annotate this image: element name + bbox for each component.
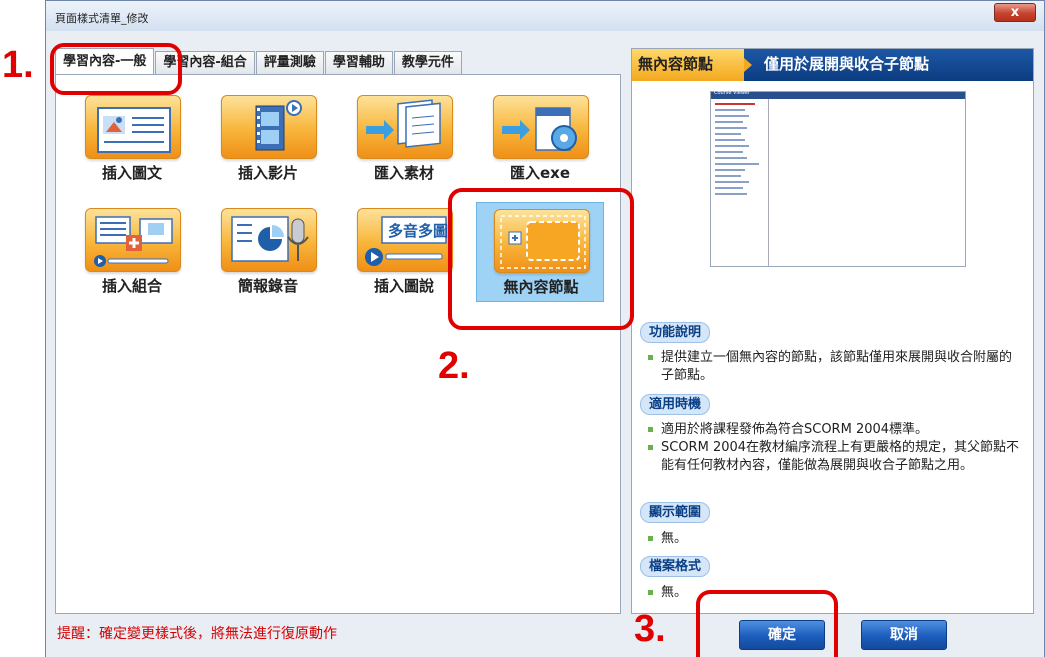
annotation-highlight-ok (696, 590, 838, 657)
import-pages-icon (357, 95, 453, 159)
dialog-client: 學習內容-一般 學習內容-組合 評量測驗 學習輔助 教學元件 插入圖文 插入影片… (46, 31, 1044, 657)
section-heading-usage: 適用時機 (640, 394, 711, 415)
bullet-item: SCORM 2004在教材編序流程上有更嚴格的規定，其父節點不能有任何教材內容，… (648, 439, 1023, 475)
annotation-highlight-item (448, 188, 634, 330)
section-heading-display-scope: 顯示範圍 (640, 502, 711, 523)
item-label: 插入圖文 (101, 164, 162, 182)
detail-panel: 無內容節點 僅用於展開與收合子節點 Course Viewer 功能說明 提供建… (631, 48, 1034, 614)
warning-note: 提醒：確定變更樣式後，將無法進行復原動作 (57, 626, 337, 642)
item-import-assets[interactable]: 匯入素材 (340, 89, 468, 189)
import-exe-icon (493, 95, 589, 159)
multi-audio-icon: 多音多圖 (357, 208, 453, 272)
item-label: 匯入exe (509, 164, 571, 182)
tab-assessment[interactable]: 評量測驗 (255, 51, 324, 74)
presentation-mic-icon (221, 208, 317, 272)
detail-header: 無內容節點 僅用於展開與收合子節點 (632, 49, 1033, 81)
item-label: 插入組合 (101, 277, 162, 295)
section-heading-file-format: 檔案格式 (640, 556, 711, 577)
item-presentation-recording[interactable]: 簡報錄音 (204, 202, 332, 302)
style-list-panel: 插入圖文 插入影片 匯入素材 匯入exe 插入組合 簡報錄音 多音多圖 插入圖說… (55, 74, 621, 614)
item-insert-image-text[interactable]: 插入圖文 (68, 89, 196, 189)
item-import-exe[interactable]: 匯入exe (476, 89, 604, 189)
bullet-text: 提供建立一個無內容的節點，該節點僅用來展開與收合附屬的子節點。 (661, 350, 1013, 383)
image-text-icon (85, 95, 181, 159)
item-label: 匯入素材 (373, 164, 434, 182)
arrow-icon (744, 58, 752, 72)
bullet-item: 提供建立一個無內容的節點，該節點僅用來展開與收合附屬的子節點。 (648, 349, 1023, 385)
detail-title: 僅用於展開與收合子節點 (764, 55, 930, 73)
item-label: 插入影片 (237, 164, 298, 182)
item-insert-combo[interactable]: 插入組合 (68, 202, 196, 302)
title-bar: 頁面樣式清單_修改 x (46, 1, 1044, 31)
annotation-highlight-tab (50, 43, 182, 95)
preview-title-bar: Course Viewer (711, 90, 965, 99)
annotation-number-3: 3. (634, 608, 666, 650)
section-heading-function: 功能說明 (640, 322, 711, 343)
bullet-item: 適用於將課程發佈為符合SCORM 2004標準。 (648, 421, 1023, 439)
annotation-number-1: 1. (2, 44, 34, 86)
detail-tag: 無內容節點 (632, 49, 744, 81)
bullet-item: 無。 (648, 530, 1023, 548)
close-button[interactable]: x (994, 3, 1036, 22)
preview-thumbnail: Course Viewer (710, 90, 966, 267)
item-insert-video[interactable]: 插入影片 (204, 89, 332, 189)
window-title: 頁面樣式清單_修改 (55, 12, 149, 25)
item-label: 簡報錄音 (237, 277, 298, 295)
icon-caption-text: 多音多圖 (388, 222, 448, 240)
bullet-text: 無。 (661, 531, 688, 546)
tab-learning-aid[interactable]: 學習輔助 (324, 51, 393, 74)
screenshot-root: 1. 頁面樣式清單_修改 x 學習內容-一般 學習內容-組合 評量測驗 學習輔助… (0, 0, 1045, 657)
tab-teaching-components[interactable]: 教學元件 (393, 51, 462, 74)
preview-title: Course Viewer (714, 90, 751, 96)
bullet-text: SCORM 2004在教材編序流程上有更嚴格的規定，其父節點不能有任何教材內容，… (661, 440, 1020, 473)
combo-icon (85, 208, 181, 272)
bullet-text: 適用於將課程發佈為符合SCORM 2004標準。 (661, 422, 929, 437)
film-icon (221, 95, 317, 159)
preview-sidebar (711, 99, 769, 266)
annotation-number-2: 2. (438, 345, 470, 387)
cancel-button[interactable]: 取消 (861, 620, 947, 650)
